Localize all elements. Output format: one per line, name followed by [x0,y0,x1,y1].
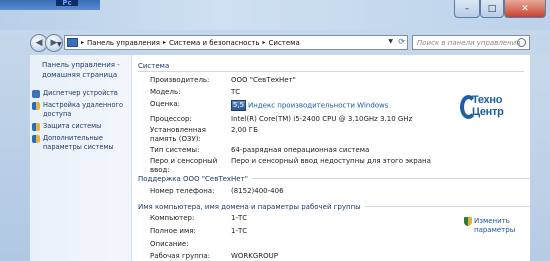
row-value: 1-ТС [231,227,248,235]
row-value: WORKGROUP [231,252,279,260]
shield-icon [464,217,472,226]
row-value: ТС [231,88,241,96]
window-frame-right [530,55,550,261]
row-value: 1-ТС [231,214,248,222]
row-value: ООО "СевТехНет" [231,76,296,84]
refresh-icon[interactable]: ⟳ [398,37,405,46]
row-value: 64-разрядная операционная система [231,146,370,154]
performance-index-link[interactable]: Индекс производительности Windows [248,102,388,110]
breadcrumb-separator-icon[interactable]: ▸ [263,39,266,46]
row-label: Производитель: [150,76,210,84]
sidebar-home-link[interactable]: Панель управления - домашняя страница [30,60,131,80]
sidebar-item-remote-access[interactable]: Настройка удаленного доступа [30,101,131,119]
title-bar[interactable]: Pc – □ ✕ [0,0,550,30]
close-button[interactable]: ✕ [504,0,546,18]
taskbar-app-label[interactable]: Pc [56,0,78,7]
section-divider [138,71,524,72]
sidebar-item-label: Диспетчер устройств [43,89,118,97]
sidebar: Панель управления - домашняя страница Ди… [30,55,132,261]
sidebar-item-system-protection[interactable]: Защита системы [30,122,131,131]
row-label: Оценка: [150,100,181,108]
maximize-button[interactable]: □ [480,0,504,18]
row-label: Процессор: [150,115,192,123]
change-settings-label[interactable]: Изменить параметры [474,217,526,235]
row-value: 5,5 Индекс производительности Windows [231,100,451,111]
row-value: 2,00 ГБ [231,126,258,134]
breadcrumb-separator-icon[interactable]: ▸ [163,39,166,46]
row-value: Перо и сенсорный ввод недоступны для это… [231,157,431,165]
search-placeholder: Поиск в панели управления [417,38,521,47]
row-value: Intel(R) Core(TM) i5-2400 CPU @ 3.10GHz … [231,115,413,123]
address-bar[interactable]: ▸ Панель управления ▸ Система и безопасн… [64,35,408,50]
navigation-bar: ◀ ▶ ▼ ▸ Панель управления ▸ Система и бе… [0,30,550,55]
arrow-left-icon: ◀ [35,38,43,48]
shield-icon [32,123,40,131]
control-panel-icon [67,38,78,47]
breadcrumb-system[interactable]: Система [269,39,300,47]
row-value: (8152)400-406 [231,187,284,195]
address-dropdown-icon[interactable]: ▼ [388,38,393,45]
row-label: Полное имя: [150,227,196,235]
sidebar-item-label: Настройка удаленного доступа [43,101,124,118]
row-label: Компьютер: [150,214,195,222]
row-label: Номер телефона: [150,187,215,195]
minimize-button[interactable]: – [454,0,480,18]
row-label: Установленная память (ОЗУ): [150,126,206,143]
sidebar-item-label: Дополнительные параметры системы [43,134,114,151]
logo-text-line1: Техно [472,94,503,106]
row-label: Модель: [150,88,181,96]
breadcrumb-control-panel[interactable]: Панель управления [87,39,160,47]
taskbar-sliver: Pc [0,0,100,10]
section-computer-heading: Имя компьютера, имя домена и параметры р… [132,201,530,212]
recent-pages-chevron-icon[interactable]: ▼ [57,41,62,48]
row-label: Описание: [150,240,189,248]
shield-icon [32,135,40,143]
sidebar-item-advanced-settings[interactable]: Дополнительные параметры системы [30,134,131,152]
row-label: Рабочая группа: [150,252,211,260]
shield-icon [32,102,40,110]
system-window: Pc – □ ✕ ◀ ▶ ▼ ▸ Панель управления ▸ Сис… [0,0,550,261]
oem-logo: Техно Центр [458,91,522,131]
search-icon[interactable] [517,38,526,47]
breadcrumb-system-security[interactable]: Система и безопасность [169,39,260,47]
sidebar-item-device-manager[interactable]: Диспетчер устройств [30,89,131,98]
search-input[interactable]: Поиск в панели управления [412,35,530,50]
logo-text-line2: Центр [472,106,504,118]
content-pane: Система Производитель: ООО "СевТехНет" М… [132,55,530,261]
section-computer-title: Имя компьютера, имя домена и параметры р… [138,202,361,211]
section-system-heading: Система [138,61,170,70]
performance-score-badge: 5,5 [231,100,246,111]
breadcrumb-separator-icon[interactable]: ▸ [81,39,84,46]
sidebar-item-label: Защита системы [43,122,102,130]
row-label: Тип системы: [150,146,200,154]
section-support-title: Поддержка ООО "СевТехНет" [138,174,248,183]
device-manager-icon [32,90,40,98]
section-support-heading: Поддержка ООО "СевТехНет" [132,173,530,184]
